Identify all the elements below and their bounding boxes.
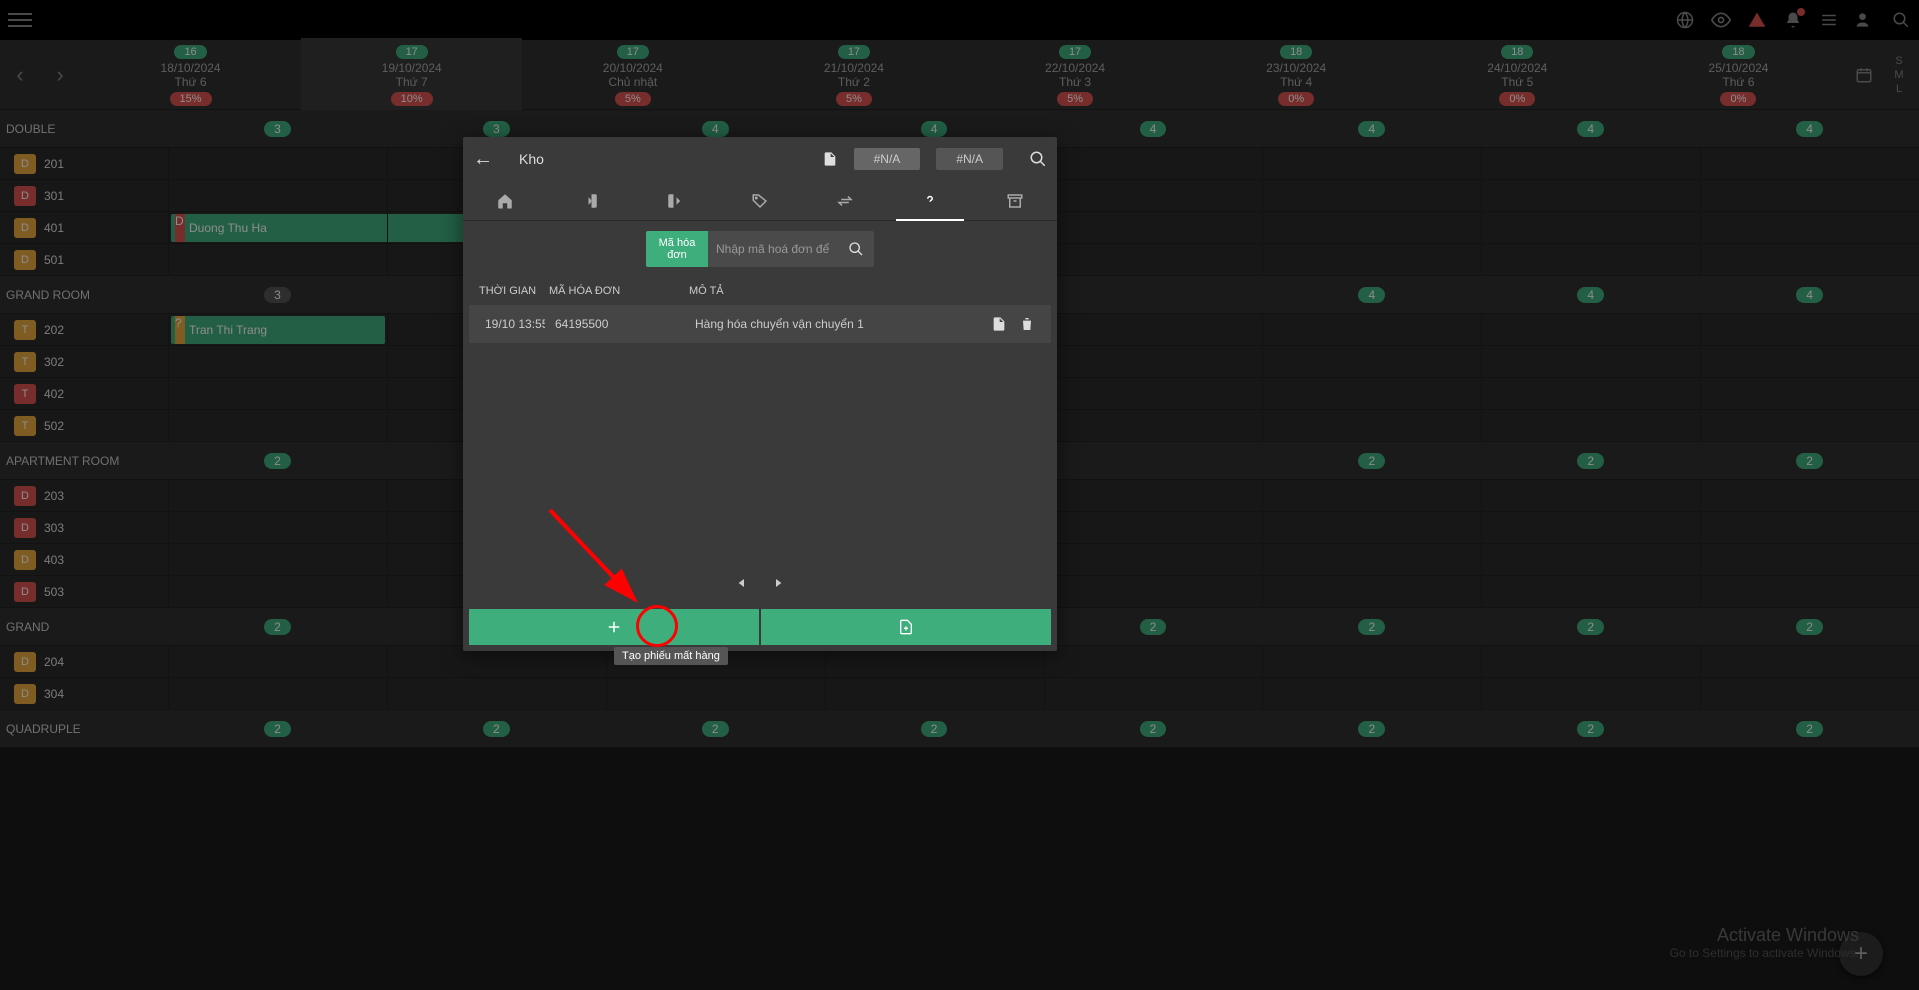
pager (463, 563, 1057, 603)
create-lost-item-button[interactable] (469, 609, 759, 645)
modal-actions (463, 603, 1057, 651)
document-icon[interactable] (822, 150, 838, 168)
tab-home-icon[interactable] (463, 181, 548, 220)
modal-title: Kho (519, 151, 544, 167)
modal-tabs (463, 181, 1057, 221)
invoice-search-bar: Mã hóa đơn (463, 221, 1057, 277)
th-code: MÃ HÓA ĐƠN (549, 285, 679, 297)
tab-in-icon[interactable] (548, 181, 633, 220)
pager-first-icon[interactable] (732, 575, 748, 591)
td-desc: Hàng hóa chuyển vận chuyển 1 (695, 317, 981, 331)
copy-icon[interactable] (991, 315, 1007, 333)
th-time: THỜI GIAN (479, 285, 539, 297)
tab-swap-icon[interactable] (802, 181, 887, 220)
tab-out-icon[interactable] (633, 181, 718, 220)
modal-header: ← Kho #N/A #N/A (463, 137, 1057, 181)
modal-search-icon[interactable] (1029, 150, 1047, 168)
table-row[interactable]: 19/10 13:55 64195500 Hàng hóa chuyển vận… (469, 305, 1051, 343)
table-header: THỜI GIAN MÃ HÓA ĐƠN MÔ TẢ (463, 277, 1057, 305)
td-time: 19/10 13:55 (485, 317, 545, 331)
td-code: 64195500 (555, 317, 685, 331)
search-label: Mã hóa đơn (646, 231, 708, 267)
na-badge-2[interactable]: #N/A (936, 148, 1003, 170)
tab-question-icon[interactable] (887, 181, 972, 220)
tooltip: Tạo phiếu mất hàng (614, 647, 728, 665)
back-arrow-icon[interactable]: ← (473, 148, 493, 171)
tab-archive-icon[interactable] (972, 181, 1057, 220)
create-document-button[interactable] (761, 609, 1051, 645)
invoice-search-input[interactable] (708, 234, 838, 264)
pager-last-icon[interactable] (772, 575, 788, 591)
tab-tag-icon[interactable] (718, 181, 803, 220)
delete-icon[interactable] (1019, 315, 1035, 333)
na-badge-1[interactable]: #N/A (854, 148, 921, 170)
th-desc: MÔ TẢ (689, 285, 1041, 297)
invoice-search-button[interactable] (838, 241, 874, 257)
kho-modal: ← Kho #N/A #N/A Mã hóa đơn THỜI GIAN MÃ … (463, 137, 1057, 651)
